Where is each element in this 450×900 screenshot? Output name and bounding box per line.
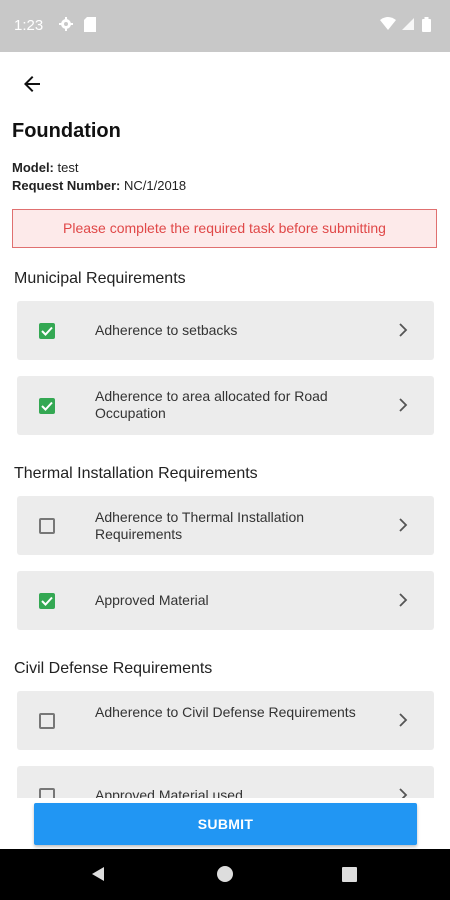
task-card-road-occupation[interactable]: Adherence to area allocated for Road Occ…: [17, 376, 434, 435]
nav-back-icon[interactable]: [90, 866, 106, 882]
nav-home-icon[interactable]: [217, 866, 233, 882]
nav-bar: [0, 849, 450, 900]
task-label: Adherence to Thermal Installation Requir…: [95, 509, 305, 542]
check-icon: [41, 401, 53, 411]
chevron-right-icon: [399, 593, 408, 607]
battery-icon: [422, 17, 431, 32]
task-card-thermal-installation[interactable]: Adherence to Thermal Installation Requir…: [17, 496, 434, 555]
chevron-right-icon: [399, 788, 408, 798]
task-label: Adherence to area allocated for Road Occ…: [95, 388, 328, 421]
chevron-right-icon: [399, 398, 408, 412]
section-title-thermal: Thermal Installation Requirements: [14, 465, 258, 482]
chevron-right-icon: [399, 713, 408, 727]
scroll-clip: Approved Material used: [0, 766, 450, 798]
check-icon: [41, 596, 53, 606]
gear-icon: [59, 17, 73, 31]
nav-recents-icon[interactable]: [342, 867, 357, 882]
checkbox-unchecked[interactable]: [39, 788, 55, 798]
task-label: Adherence to Civil Defense Requirements: [95, 704, 356, 720]
request-number-label: Request Number:: [12, 178, 121, 193]
page-title: Foundation: [12, 120, 121, 142]
task-label: Approved Material: [95, 592, 209, 608]
chevron-right-icon: [399, 518, 408, 532]
status-icons: [380, 17, 431, 32]
chevron-right-icon: [399, 323, 408, 337]
signal-icon: [402, 18, 414, 30]
wifi-icon: [380, 17, 396, 30]
submit-button[interactable]: SUBMIT: [34, 803, 417, 845]
model-info: Model: test: [12, 160, 78, 175]
model-label: Model:: [12, 160, 54, 175]
task-card-civil-defense[interactable]: Adherence to Civil Defense Requirements: [17, 691, 434, 750]
task-card-approved-material[interactable]: Approved Material: [17, 571, 434, 630]
task-card-setbacks[interactable]: Adherence to setbacks: [17, 301, 434, 360]
checkbox-unchecked[interactable]: [39, 518, 55, 534]
status-bar: 1:23: [0, 0, 450, 52]
checkbox-checked[interactable]: [39, 593, 55, 609]
checkbox-checked[interactable]: [39, 323, 55, 339]
status-time: 1:23: [14, 17, 44, 34]
task-card-approved-material-used[interactable]: Approved Material used: [17, 766, 434, 798]
task-label: Adherence to setbacks: [95, 322, 238, 338]
request-number-value: NC/1/2018: [123, 178, 187, 193]
checkbox-checked[interactable]: [39, 398, 55, 414]
section-title-municipal: Municipal Requirements: [14, 270, 186, 287]
request-number-info: Request Number: NC/1/2018: [12, 178, 186, 193]
section-title-civil-defense: Civil Defense Requirements: [14, 660, 213, 677]
task-label: Approved Material used: [95, 787, 243, 798]
model-value: test: [57, 160, 79, 175]
check-icon: [41, 326, 53, 336]
arrow-back-icon[interactable]: [20, 72, 44, 96]
checkbox-unchecked[interactable]: [39, 713, 55, 729]
error-banner: Please complete the required task before…: [12, 209, 437, 248]
sd-card-icon: [84, 17, 96, 32]
